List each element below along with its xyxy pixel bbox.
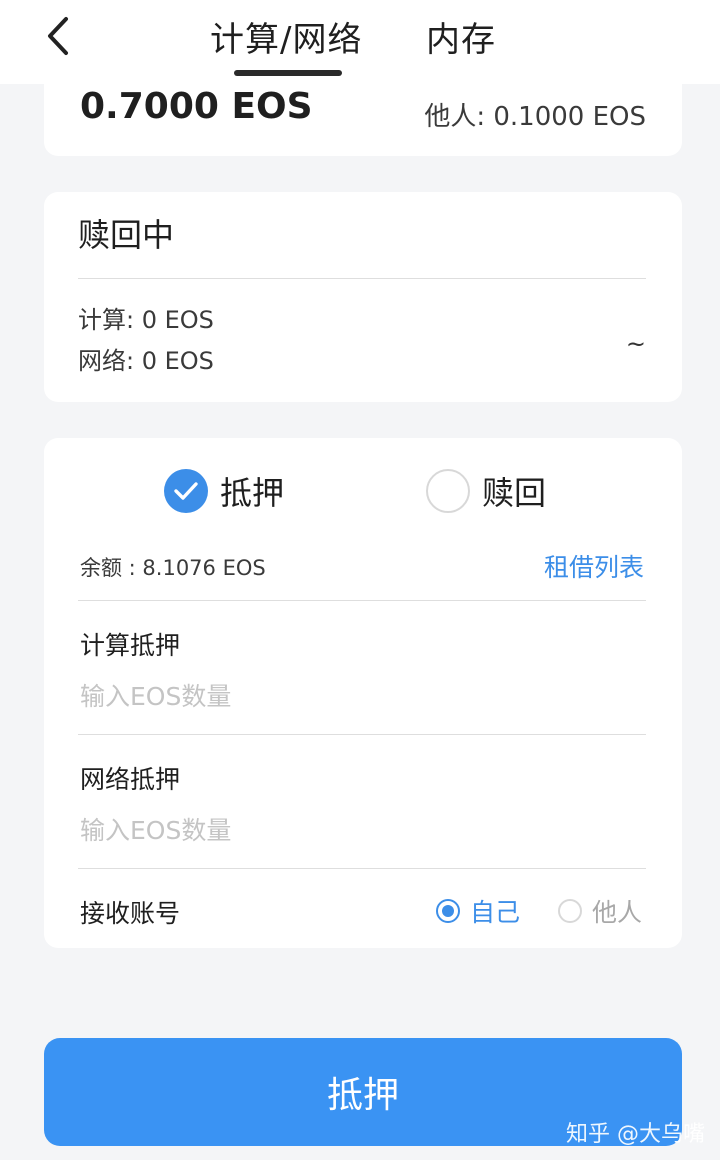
divider xyxy=(78,278,646,279)
check-circle-icon xyxy=(164,469,208,513)
network-stake-label: 网络抵押 xyxy=(80,765,181,794)
active-tab-indicator xyxy=(234,70,342,76)
divider xyxy=(78,600,646,601)
divider xyxy=(78,734,646,735)
chevron-left-icon xyxy=(48,17,68,55)
mode-stake-option[interactable]: 抵押 xyxy=(164,468,284,514)
compute-stake-label: 计算抵押 xyxy=(80,631,181,660)
compute-stake-input[interactable] xyxy=(80,676,640,716)
radio-selected-icon xyxy=(436,899,460,923)
empty-circle-icon xyxy=(426,469,470,513)
expand-toggle[interactable]: ~ xyxy=(626,330,646,358)
receiver-self-option[interactable]: 自己 xyxy=(436,893,520,929)
redeeming-title: 赎回中 xyxy=(78,216,175,254)
mode-redeem-option[interactable]: 赎回 xyxy=(426,468,546,514)
watermark: 知乎 @大乌嘴 xyxy=(566,1122,705,1147)
redeeming-card: 赎回中 计算: 0 EOS 网络: 0 EOS ~ xyxy=(44,192,682,402)
network-stake-input[interactable] xyxy=(80,810,640,850)
receiver-other-label: 他人 xyxy=(592,898,643,927)
stake-form-card: 抵押 赎回 余额 : 8.1076 EOS 租借列表 计算抵押 网络抵押 接收账… xyxy=(44,438,682,948)
redeeming-compute: 计算: 0 EOS xyxy=(78,306,214,334)
receiver-other-option[interactable]: 他人 xyxy=(558,893,642,929)
others-stake-amount: 他人: 0.1000 EOS xyxy=(424,102,646,132)
radio-unselected-icon xyxy=(558,899,582,923)
receiver-self-label: 自己 xyxy=(470,898,521,927)
tab-compute-network[interactable]: 计算/网络 xyxy=(210,12,362,61)
lease-list-link[interactable]: 租借列表 xyxy=(544,548,644,584)
mode-redeem-label: 赎回 xyxy=(482,474,547,512)
divider xyxy=(78,868,646,869)
mode-stake-label: 抵押 xyxy=(220,474,285,512)
tab-memory[interactable]: 内存 xyxy=(426,12,496,61)
stake-page: 计算/网络 内存 0.7000 EOS 他人: 0.1000 EOS 赎回中 计… xyxy=(0,0,720,1160)
receiver-label: 接收账号 xyxy=(80,899,181,928)
redeeming-network: 网络: 0 EOS xyxy=(78,347,214,375)
balance-text: 余额 : 8.1076 EOS xyxy=(80,556,266,580)
self-stake-amount: 0.7000 EOS xyxy=(80,86,313,127)
back-button[interactable] xyxy=(38,14,78,58)
stake-summary-card: 0.7000 EOS 他人: 0.1000 EOS xyxy=(44,84,682,156)
top-nav: 计算/网络 内存 xyxy=(0,0,720,84)
